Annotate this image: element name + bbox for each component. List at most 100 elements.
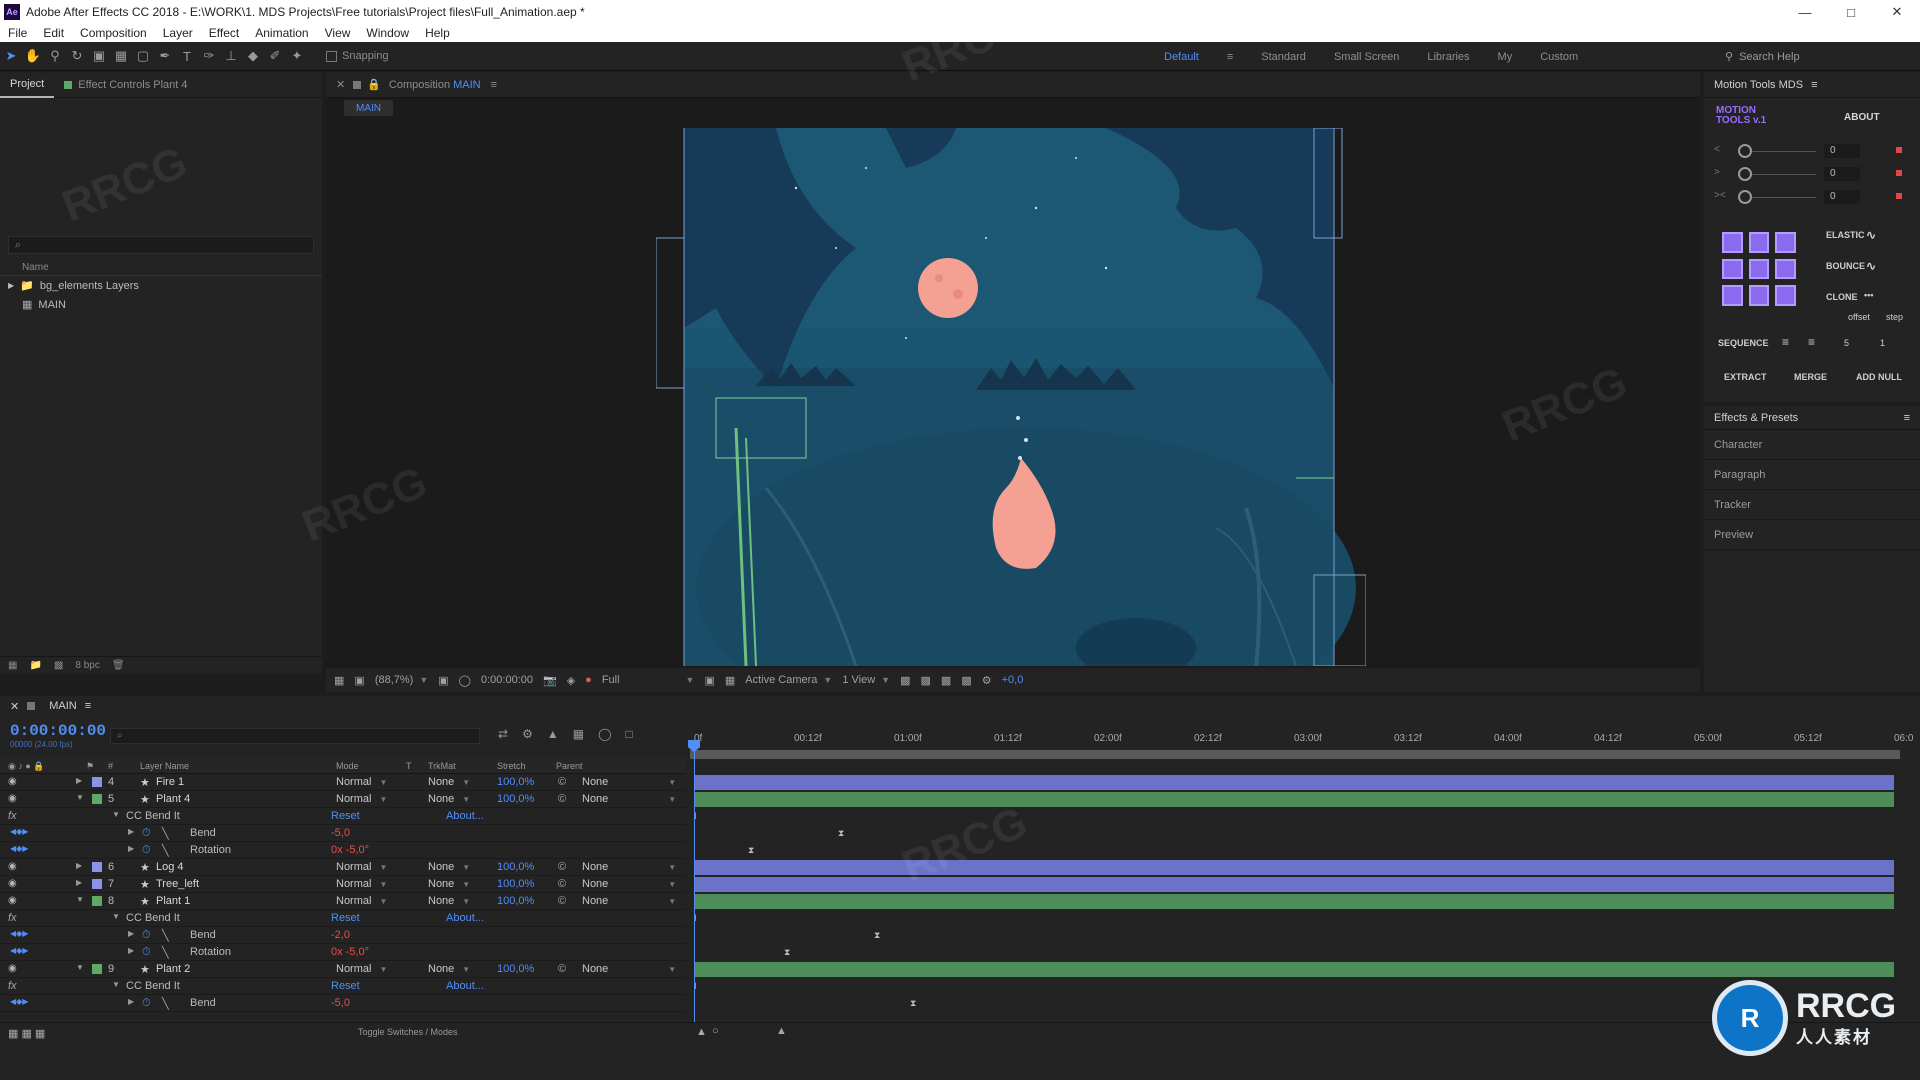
track-matte-dropdown[interactable]: None ▼ (428, 776, 470, 788)
layer-name[interactable]: Plant 4 (156, 793, 190, 805)
effect-fx-icon[interactable]: fx (8, 980, 17, 992)
sequence-offset-value[interactable]: 5 (1844, 338, 1849, 348)
snapshot-camera-icon[interactable]: 📷 (543, 674, 557, 687)
work-area-bar[interactable] (690, 750, 1900, 759)
graph-editor-icon[interactable]: □ (626, 727, 633, 741)
bounce-button[interactable]: BOUNCE (1826, 261, 1865, 271)
slider-knob[interactable] (1738, 190, 1752, 204)
effect-reset-link[interactable]: Reset (331, 912, 360, 924)
mask-visibility-icon[interactable]: ◯ (459, 674, 471, 687)
pan-behind-tool-icon[interactable]: ▦ (110, 45, 132, 67)
search-help-field[interactable]: ⚲ Search Help (1725, 42, 1800, 71)
interpret-footage-icon[interactable]: ▦ (8, 660, 17, 671)
expand-arrow-icon[interactable]: ▶ (128, 946, 134, 955)
visibility-eye-icon[interactable]: ◉ (8, 878, 17, 889)
effect-row[interactable]: fx ▼ CC Bend It Reset About... I (0, 978, 1920, 995)
menu-item-help[interactable]: Help (417, 26, 458, 40)
pen-tool-icon[interactable]: ✒ (154, 45, 176, 67)
fast-previews-icon[interactable]: ▩ (921, 674, 931, 687)
layer-duration-bar[interactable] (694, 860, 1894, 875)
layer-row[interactable]: ◉ ▶ 4 ★ Fire 1 Normal ▼ None ▼ 100,0% © None ▼ (0, 774, 1920, 791)
camera-dropdown[interactable]: Active Camera ▼ (745, 674, 832, 686)
stopwatch-icon[interactable]: ⏱ (142, 946, 151, 959)
panel-menu-icon[interactable]: ≡ (1904, 412, 1910, 424)
menu-item-animation[interactable]: Animation (247, 26, 316, 40)
layer-row[interactable]: ◉ ▶ 7 ★ Tree_left Normal ▼ None ▼ 100,0% © None ▼ (0, 876, 1920, 893)
menu-item-view[interactable]: View (317, 26, 359, 40)
anchor-cell[interactable] (1748, 285, 1770, 306)
current-time-display[interactable]: 0:00:00:00 (481, 674, 533, 686)
effect-about-link[interactable]: About... (446, 980, 484, 992)
property-value[interactable]: -5,0 (331, 997, 350, 1009)
stretch-value[interactable]: 100,0% (497, 895, 534, 907)
stopwatch-icon[interactable]: ⏱ (142, 844, 151, 857)
magnification-dropdown[interactable]: (88,7%) ▼ (375, 674, 428, 686)
menu-item-window[interactable]: Window (358, 26, 417, 40)
expand-arrow-icon[interactable]: ▼ (76, 895, 84, 904)
layer-row[interactable]: ◉ ▶ 6 ★ Log 4 Normal ▼ None ▼ 100,0% © None ▼ (0, 859, 1920, 876)
project-item-composition[interactable]: ▦ MAIN (0, 295, 322, 314)
expand-arrow-icon[interactable]: ▼ (112, 912, 120, 921)
color-channels-icon[interactable]: ● (585, 674, 592, 686)
pick-whip-icon[interactable]: © (558, 861, 566, 873)
composition-artboard[interactable] (656, 128, 1366, 666)
anchor-cell[interactable] (1722, 232, 1743, 253)
effects-presets-header[interactable]: Effects & Presets ≡ (1704, 406, 1920, 430)
workspace-custom[interactable]: Custom (1526, 51, 1592, 63)
layer-name[interactable]: Log 4 (156, 861, 184, 873)
panel-item-preview[interactable]: Preview (1704, 520, 1920, 550)
track-matte-dropdown[interactable]: None ▼ (428, 878, 470, 890)
layer-duration-bar[interactable] (694, 792, 1894, 807)
sequence-step-value[interactable]: 1 (1880, 338, 1885, 348)
stretch-value[interactable]: 100,0% (497, 793, 534, 805)
close-icon[interactable]: ✕ (1874, 0, 1920, 24)
clone-button[interactable]: CLONE (1826, 292, 1858, 302)
stopwatch-icon[interactable]: ⏱ (142, 827, 151, 840)
layer-name[interactable]: Tree_left (156, 878, 199, 890)
slider-knob[interactable] (1738, 167, 1752, 181)
stretch-value[interactable]: 100,0% (497, 878, 534, 890)
keyframe-icon[interactable]: ⧗ (784, 947, 790, 958)
type-tool-icon[interactable]: T (176, 45, 198, 67)
close-icon[interactable]: ✕ (10, 700, 19, 713)
expand-arrow-icon[interactable]: ▶ (76, 861, 82, 870)
effect-row[interactable]: fx ▼ CC Bend It Reset About... I (0, 910, 1920, 927)
layer-row[interactable]: ◉ ▼ 8 ★ Plant 1 Normal ▼ None ▼ 100,0% © None ▼ (0, 893, 1920, 910)
workspace-default[interactable]: Default (1150, 51, 1213, 63)
expand-arrow-icon[interactable]: ▶ (128, 997, 134, 1006)
layer-name-column-label[interactable]: Layer Name (140, 761, 189, 771)
property-row[interactable]: ◀◆▶ ▶ ⏱ ╲ Rotation 0x -5,0° ⧗ (0, 842, 1920, 859)
workspace-libraries[interactable]: Libraries (1413, 51, 1483, 63)
anchor-cell[interactable] (1748, 258, 1770, 280)
extract-button[interactable]: EXTRACT (1724, 372, 1767, 382)
transparency-grid-icon[interactable]: ▦ (725, 674, 735, 687)
camera-tool-icon[interactable]: ▣ (88, 45, 110, 67)
stopwatch-icon[interactable]: ⏱ (142, 997, 151, 1010)
graph-icon[interactable]: ╲ (162, 844, 169, 857)
selection-tool-icon[interactable]: ➤ (0, 45, 22, 67)
new-composition-icon[interactable]: ▩ (54, 660, 63, 671)
blend-mode-dropdown[interactable]: Normal ▼ (336, 793, 396, 805)
panel-menu-icon[interactable]: ≡ (85, 700, 91, 712)
property-value[interactable]: 0x -5,0° (331, 946, 369, 958)
anchor-cell[interactable] (1748, 232, 1770, 253)
layer-duration-bar[interactable] (694, 894, 1894, 909)
ease-out-value[interactable]: 0 (1824, 167, 1860, 181)
pick-whip-icon[interactable]: © (558, 895, 566, 907)
sequence-button[interactable]: SEQUENCE (1718, 338, 1769, 348)
graph-icon[interactable]: ╲ (162, 929, 169, 942)
layer-label-color[interactable] (92, 879, 102, 889)
parent-dropdown[interactable]: None ▼ (582, 776, 676, 788)
stopwatch-icon[interactable]: ⏱ (142, 929, 151, 942)
zoom-slider-knob[interactable]: ○ (712, 1025, 719, 1037)
rotation-tool-icon[interactable]: ↻ (66, 45, 88, 67)
visibility-eye-icon[interactable]: ◉ (8, 895, 17, 906)
property-value[interactable]: 0x -5,0° (331, 844, 369, 856)
property-row[interactable]: ◀◆▶ ▶ ⏱ ╲ Bend -5,0 ⧗ (0, 995, 1920, 1012)
stretch-value[interactable]: 100,0% (497, 776, 534, 788)
sequence-forward-icon[interactable]: ≡ (1782, 335, 1789, 349)
keyframe-icon[interactable]: ⧗ (748, 845, 754, 856)
frame-blending-icon[interactable]: ▦ (573, 727, 584, 741)
menu-item-layer[interactable]: Layer (155, 26, 201, 40)
workspace-small-screen[interactable]: Small Screen (1320, 51, 1413, 63)
